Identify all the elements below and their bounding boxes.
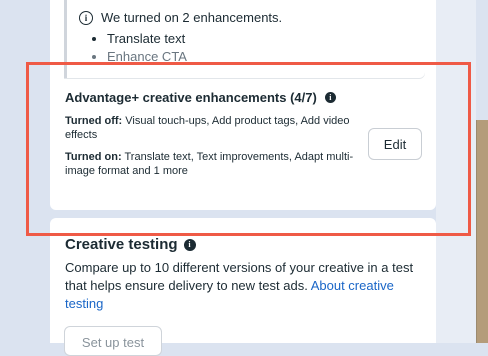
turned-on-text: Turned on: Translate text, Text improvem… [65, 150, 355, 178]
creative-testing-title-row: Creative testing i [65, 236, 196, 253]
preview-thumbnail [476, 120, 488, 343]
notice-item: Translate text [107, 30, 187, 48]
turned-off-text: Turned off: Visual touch-ups, Add produc… [65, 114, 355, 142]
edit-button[interactable]: Edit [368, 128, 422, 160]
set-up-test-button[interactable]: Set up test [64, 326, 162, 356]
background-panel [436, 0, 476, 343]
info-solid-icon[interactable]: i [183, 238, 196, 251]
creative-testing-title: Creative testing [65, 236, 178, 253]
notice-list: Translate text Enhance CTA [79, 30, 187, 66]
notice-message-row: i We turned on 2 enhancements. [79, 10, 282, 25]
turned-off-label: Turned off: [65, 115, 123, 127]
creative-testing-description: Compare up to 10 different versions of y… [65, 259, 415, 313]
enhancements-title: Advantage+ creative enhancements (4/7) [65, 90, 317, 105]
enhancements-title-row: Advantage+ creative enhancements (4/7) i [65, 90, 336, 105]
notice-message: We turned on 2 enhancements. [101, 10, 283, 25]
enhancement-notice: i We turned on 2 enhancements. Translate… [64, 0, 425, 78]
turned-on-label: Turned on: [65, 151, 122, 163]
info-outline-icon: i [79, 10, 93, 25]
info-solid-icon[interactable]: i [324, 92, 336, 103]
notice-item: Enhance CTA [107, 48, 187, 66]
